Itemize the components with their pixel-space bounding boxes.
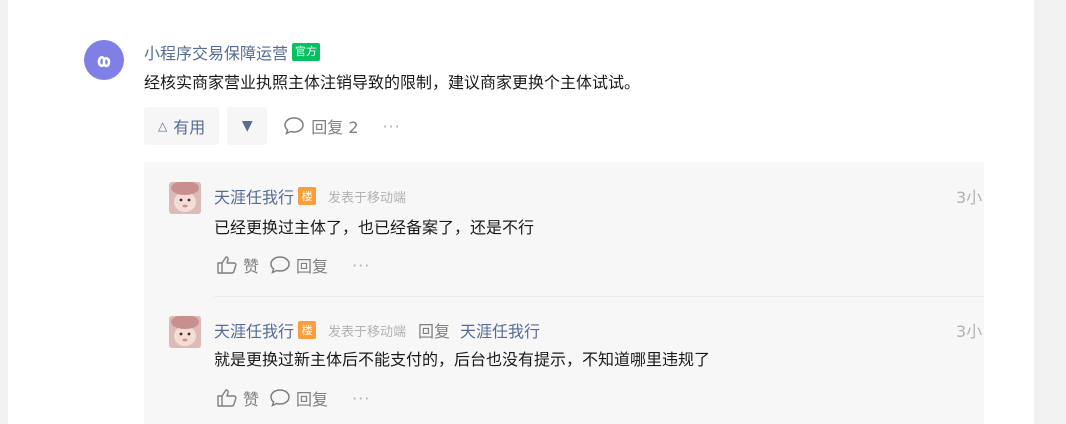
baby-avatar-icon [169,316,201,348]
baby-avatar-icon [169,182,201,214]
reply-target-name[interactable]: 天涯任我行 [460,318,540,342]
post-source: 发表于移动端 [328,190,407,206]
reply-button[interactable]: 回复 2 [283,114,359,138]
sub-author-name[interactable]: 天涯任我行 [214,318,294,342]
triangle-up-icon: △ [158,119,168,133]
comment-card: 小程序交易保障运营 官方 经核实商家营业执照主体注销导致的限制，建议商家更换个主… [8,0,1034,424]
sub-reply-text: 就是更换过新主体后不能支付的，后台也没有提示，不知道哪里违规了 [214,350,711,369]
more-options-icon[interactable]: ··· [352,256,370,275]
downvote-button[interactable]: ▼ [227,107,268,145]
triangle-down-icon: ▼ [241,118,253,134]
more-options-icon[interactable]: ··· [383,117,401,136]
official-badge: 官方 [292,43,321,61]
floor-badge: 楼 [298,321,317,339]
comment-bubble-icon [270,389,290,407]
official-author-row: 小程序交易保障运营 官方 [144,40,321,64]
divider [214,296,984,297]
sub-reply-actions: 赞 回复 ··· [216,386,370,410]
sub-author-name[interactable]: 天涯任我行 [214,184,294,208]
reply-count-label: 回复 2 [311,118,359,137]
thumbs-up-icon [217,256,237,274]
sub-reply-text: 已经更换过主体了，也已经备案了，还是不行 [214,218,535,237]
page-gutter-right [1034,0,1066,424]
miniprogram-avatar[interactable] [84,40,124,80]
post-source: 发表于移动端 [328,324,407,340]
sub-replies-panel: 天涯任我行 楼 发表于移动端 3小 已经更换过主体了，也已经备案了，还是不行 赞 [144,162,984,424]
comment-bubble-icon [284,117,305,135]
post-time: 3小 [956,188,983,207]
sub-reply-button[interactable]: 回复 [269,253,328,277]
thumbs-up-icon [217,389,237,407]
useful-button[interactable]: △ 有用 [144,107,220,145]
sub-reply-actions: 赞 回复 ··· [216,253,370,277]
sub-reply-header: 天涯任我行 楼 发表于移动端 回复 天涯任我行 [214,318,540,342]
floor-badge: 楼 [298,187,317,205]
user-avatar[interactable] [169,182,201,214]
reply-to-word: 回复 [418,322,451,341]
official-action-row: △ 有用 ▼ 回复 2 ··· [144,107,401,145]
like-button[interactable]: 赞 [216,253,259,277]
official-reply-text: 经核实商家营业执照主体注销导致的限制，建议商家更换个主体试试。 [144,73,641,92]
more-options-icon[interactable]: ··· [352,389,370,408]
comment-bubble-icon [270,256,290,274]
user-avatar[interactable] [169,316,201,348]
sub-reply-header: 天涯任我行 楼 发表于移动端 [214,184,406,208]
like-label: 赞 [243,257,260,276]
official-author-name[interactable]: 小程序交易保障运营 [144,40,288,64]
like-button[interactable]: 赞 [216,386,259,410]
sub-reply-button[interactable]: 回复 [269,386,328,410]
sub-reply-label: 回复 [296,257,329,276]
page-gutter-left [0,0,8,424]
post-time: 3小 [956,322,983,341]
sub-reply-label: 回复 [296,390,329,409]
useful-label: 有用 [173,118,206,137]
like-label: 赞 [243,390,260,409]
miniprogram-logo-icon [97,56,111,68]
